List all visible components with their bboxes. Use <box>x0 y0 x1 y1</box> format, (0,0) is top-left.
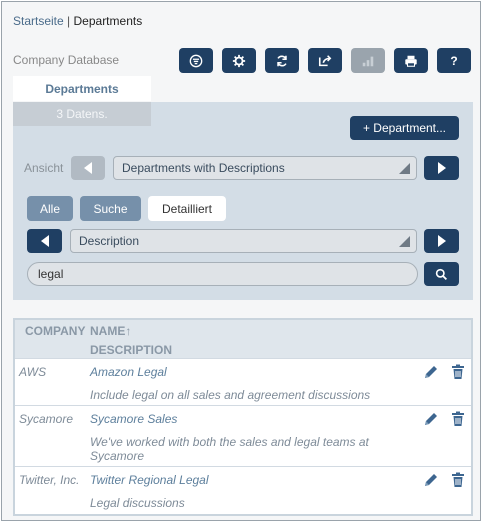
print-icon <box>405 55 417 67</box>
refresh-icon <box>277 55 287 66</box>
arrow-right-icon <box>437 235 446 247</box>
mode-detailed-button[interactable]: Detailliert <box>148 196 226 221</box>
dropdown-icon <box>399 236 410 247</box>
cell-name[interactable]: Amazon Legal <box>90 365 167 379</box>
field-select[interactable]: Description <box>70 229 417 253</box>
record-count: 3 Datens. <box>13 102 151 126</box>
cell-name[interactable]: Sycamore Sales <box>90 412 177 426</box>
cell-company: AWS <box>19 365 47 379</box>
column-header-name-label: NAME <box>90 324 126 338</box>
search-button[interactable] <box>424 262 459 286</box>
add-department-button[interactable]: + Department... <box>350 116 459 140</box>
help-button[interactable]: ? <box>437 48 471 73</box>
breadcrumb-current: Departments <box>73 14 143 28</box>
breadcrumb: Startseite | Departments <box>13 14 142 28</box>
settings-button[interactable] <box>222 48 256 73</box>
sort-ascending-icon: ↑ <box>125 324 132 338</box>
trash-icon[interactable] <box>451 364 465 380</box>
field-select-value: Description <box>79 234 140 248</box>
search-input[interactable]: legal <box>27 262 418 286</box>
cell-description: We've worked with both the sales and leg… <box>90 435 369 463</box>
dropdown-icon <box>399 163 410 174</box>
trash-icon[interactable] <box>451 472 465 488</box>
table-row: Twitter, Inc. Twitter Regional Legal Leg… <box>15 466 471 515</box>
view-select[interactable]: Departments with Descriptions <box>113 156 417 180</box>
view-next-button[interactable] <box>424 156 459 180</box>
search-input-value: legal <box>38 267 64 281</box>
tab-departments[interactable]: Departments <box>13 76 151 101</box>
mode-search-button[interactable]: Suche <box>80 196 141 221</box>
export-button[interactable] <box>308 48 342 73</box>
breadcrumb-separator: | <box>63 14 74 28</box>
arrow-left-icon <box>40 235 49 247</box>
chart-button[interactable] <box>351 48 385 73</box>
column-header-company[interactable]: COMPANY <box>25 324 85 338</box>
trash-icon[interactable] <box>451 411 465 427</box>
edit-icon[interactable] <box>423 364 439 380</box>
refresh-button[interactable] <box>265 48 299 73</box>
cell-description: Legal discussions <box>90 496 185 510</box>
field-prev-button[interactable] <box>27 229 62 253</box>
edit-icon[interactable] <box>423 411 439 427</box>
table-row: AWS Amazon Legal Include legal on all sa… <box>15 358 471 405</box>
edit-icon[interactable] <box>423 472 439 488</box>
cell-name[interactable]: Twitter Regional Legal <box>90 473 209 487</box>
view-prev-button[interactable] <box>71 156 105 180</box>
table-row: Sycamore Sycamore Sales We've worked wit… <box>15 405 471 466</box>
results-table: COMPANY NAME↑ DESCRIPTION AWS Amazon Leg… <box>13 318 473 516</box>
cell-description: Include legal on all sales and agreement… <box>90 388 371 402</box>
cell-company: Twitter, Inc. <box>19 473 80 487</box>
breadcrumb-home-link[interactable]: Startseite <box>13 14 64 28</box>
arrow-left-icon <box>84 162 92 174</box>
column-header-description[interactable]: DESCRIPTION <box>90 343 172 357</box>
export-icon <box>318 54 332 66</box>
field-next-button[interactable] <box>424 229 459 253</box>
view-label: Ansicht <box>24 161 64 175</box>
print-button[interactable] <box>394 48 428 73</box>
app-window: Startseite | Departments Company Databas… <box>1 1 481 521</box>
gear-icon <box>232 54 246 67</box>
cell-company: Sycamore <box>19 412 74 426</box>
mode-all-button[interactable]: Alle <box>27 196 73 221</box>
view-select-value: Departments with Descriptions <box>122 161 285 175</box>
table-header: COMPANY NAME↑ DESCRIPTION <box>15 320 471 358</box>
column-header-name[interactable]: NAME↑ <box>90 324 131 338</box>
chart-icon <box>362 56 374 66</box>
help-icon: ? <box>450 53 458 68</box>
search-icon <box>435 268 448 280</box>
filter-icon <box>189 54 203 67</box>
database-name: Company Database <box>13 53 120 67</box>
arrow-right-icon <box>437 162 446 174</box>
filter-button[interactable] <box>179 48 213 73</box>
